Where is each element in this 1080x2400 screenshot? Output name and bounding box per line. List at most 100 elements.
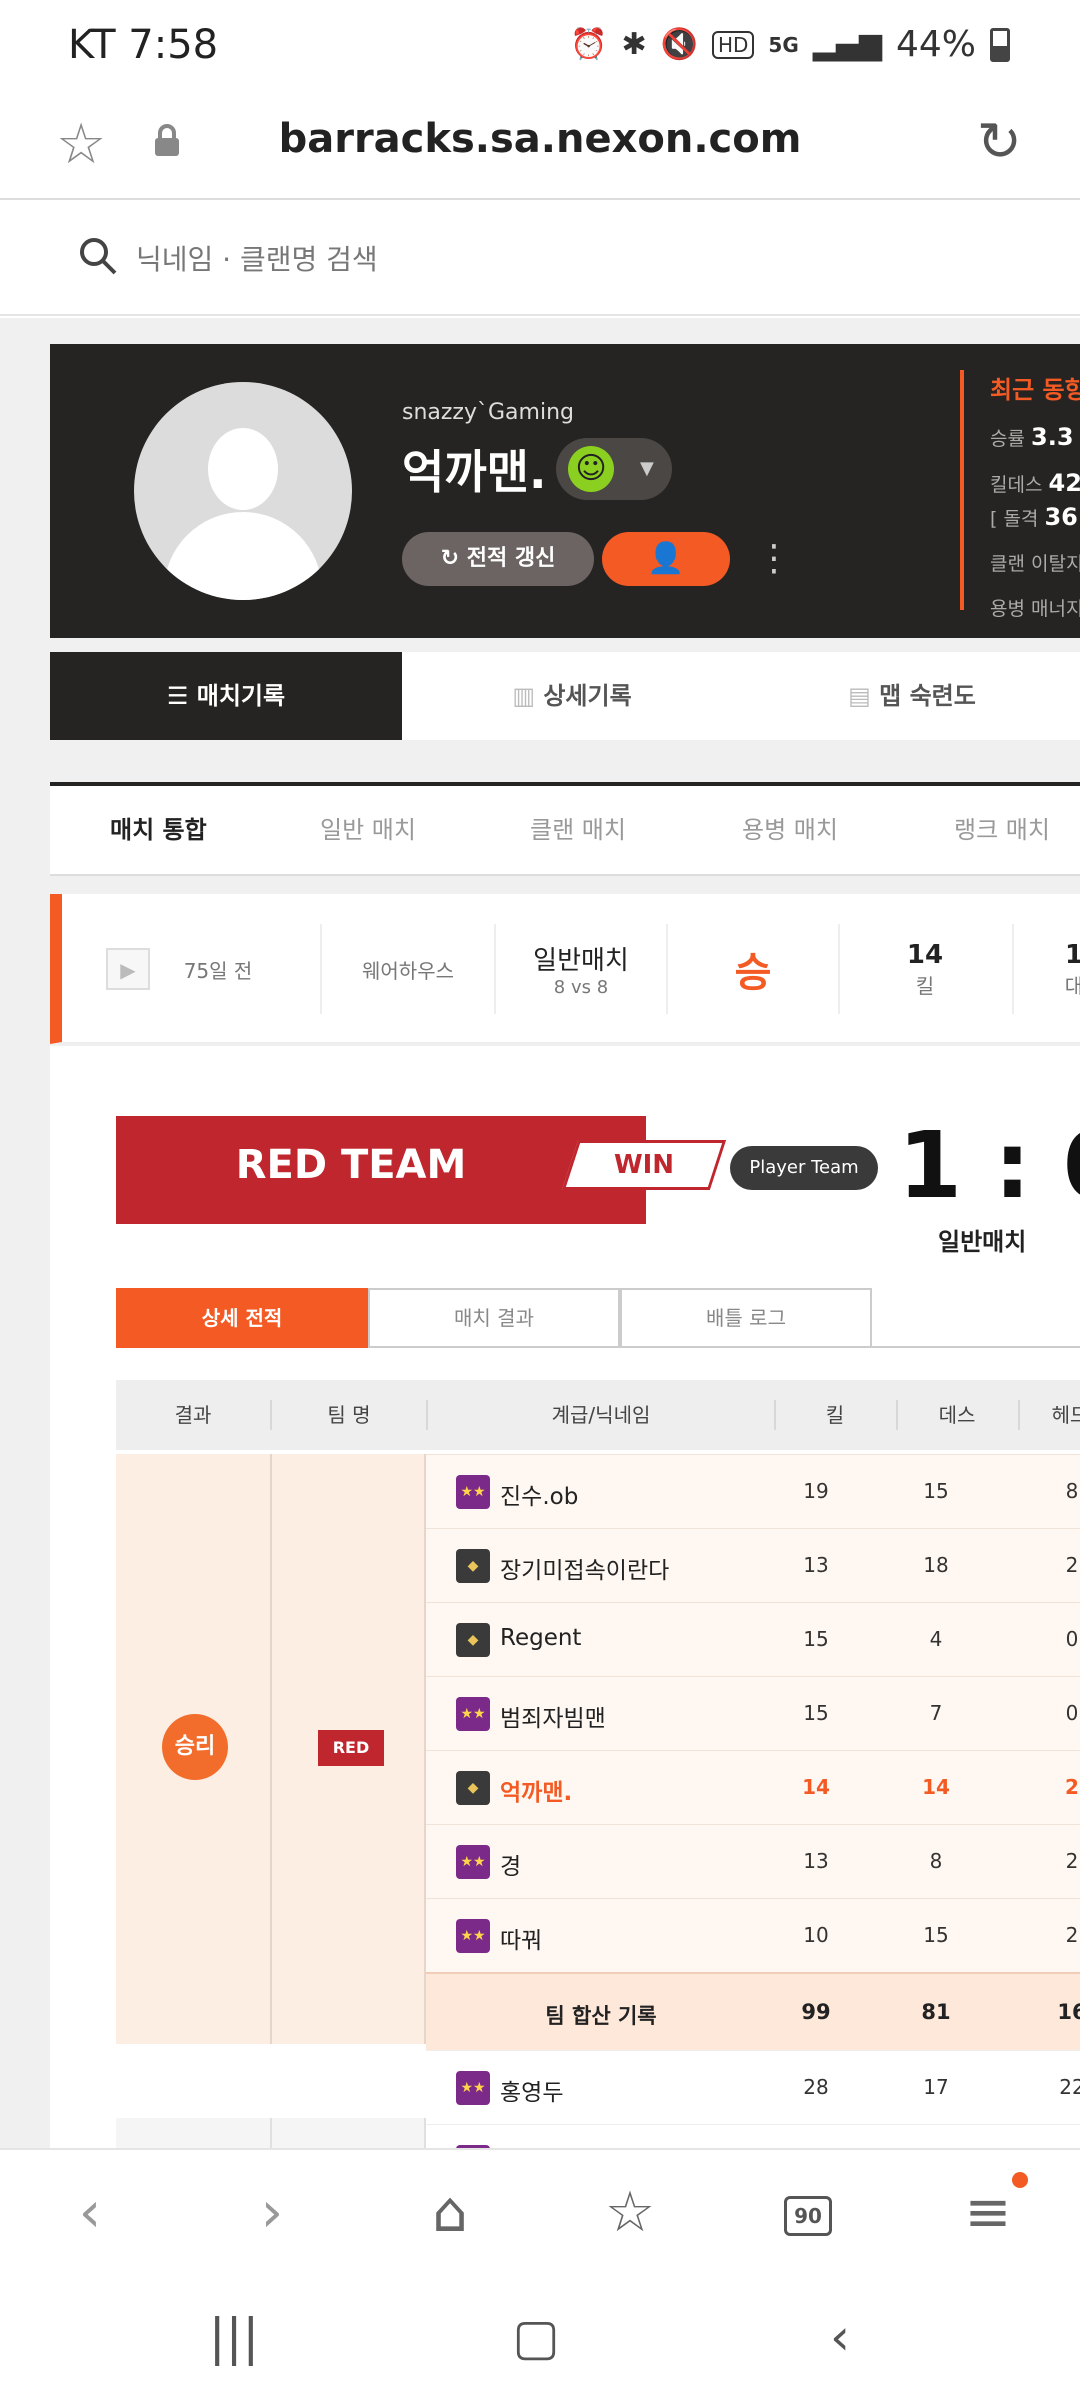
status-time: KT 7:58 (68, 22, 219, 68)
chart-icon: ▥ (512, 682, 544, 710)
tab-mercenary-match[interactable]: 용병 매치 (742, 786, 838, 874)
emoji-selector[interactable]: ☺ ▼ (556, 438, 672, 500)
table-row[interactable]: ★★ 범죄자빔맨 15 7 0 (426, 1676, 1080, 1750)
recent-winrate: 승률 3.3 (990, 423, 1074, 451)
player-kills: 13 (803, 1553, 829, 1577)
table-row[interactable]: ★★ 경 13 8 2 (426, 1824, 1080, 1898)
tab-rank-match[interactable]: 랭크 매치 (954, 786, 1050, 874)
player-name[interactable]: 진수.ob (500, 1477, 578, 1511)
table-row[interactable]: ◆ Regent 15 4 0 (426, 1602, 1080, 1676)
player-name[interactable]: 장기미접속이란다 (500, 1551, 669, 1585)
header-headshots: 헤드 (1051, 1403, 1080, 1427)
match-map: 웨어하우스 (362, 958, 454, 983)
match-kills: 14 킬 (906, 939, 944, 998)
tabs-count-button[interactable]: 90 (784, 2196, 832, 2236)
table-row[interactable]: ◆ 장기미접속이란다 13 18 2 (426, 1528, 1080, 1602)
match-detail-panel: RED TEAM WIN Player Team 1 : 0 일반매치 상세 전… (50, 1046, 1080, 2148)
player-headshots: 2 (1065, 1775, 1079, 1799)
player-deaths: 15 (923, 1923, 949, 1947)
tab-match-record[interactable]: ☰ 매치기록 (50, 652, 402, 740)
clan-name[interactable]: snazzy`Gaming (402, 400, 574, 425)
table-row[interactable]: ★★ 따꿔 10 15 2 (426, 1898, 1080, 1972)
forward-arrow-icon[interactable]: › (232, 2180, 312, 2245)
add-friend-button[interactable]: 👤 (602, 532, 730, 586)
reload-icon[interactable]: ↻ (977, 110, 1022, 173)
play-replay-icon[interactable]: ▶ (106, 948, 150, 990)
match-result: 승 (734, 950, 772, 996)
table-header: 결과 팀 명 계급/닉네임 킬 데스 헤드 (116, 1380, 1080, 1450)
player-name[interactable]: 경 (500, 1847, 521, 1881)
search-icon[interactable] (78, 236, 118, 276)
player-headshots: 0 (1065, 1627, 1079, 1651)
smiley-icon: ☺ (568, 446, 614, 492)
player-kills: 10 (803, 1923, 829, 1947)
home-icon[interactable]: ⌂ (410, 2180, 490, 2245)
team-chip-red: RED (318, 1730, 384, 1766)
tab-detailed-stats[interactable]: 상세 전적 (116, 1288, 368, 1348)
team-result: WIN (613, 1150, 675, 1180)
search-bar[interactable]: 닉네임 · 클랜명 검색 (0, 202, 1080, 316)
player-name[interactable]: 범죄자빔맨 (500, 1699, 606, 1733)
avatar (134, 382, 352, 600)
add-user-icon: 👤 (647, 541, 685, 576)
player-name[interactable]: Regent (500, 1625, 581, 1651)
tab-battle-log[interactable]: 배틀 로그 (620, 1288, 872, 1348)
score-match-type: 일반매치 (938, 1228, 1027, 1256)
browser-bottom-nav: ‹ › ⌂ ☆ 90 ≡ (0, 2148, 1080, 2278)
player-team-badge: Player Team (730, 1146, 878, 1190)
table-row-current-player[interactable]: ◆ 억까맨. 14 14 2 (426, 1750, 1080, 1824)
tab-map-proficiency[interactable]: ▤ 맵 숙련도 (742, 652, 1080, 740)
home-button-icon[interactable]: ▢ (486, 2308, 586, 2366)
player-kills: 13 (803, 1849, 829, 1873)
result-win-badge: 승리 (162, 1714, 228, 1780)
player-name[interactable]: 홍영두 (500, 2073, 563, 2107)
player-name[interactable]: 억까맨. (500, 1773, 572, 1807)
rank-icon: ◆ (456, 1623, 490, 1657)
player-kills: 15 (803, 1701, 829, 1725)
blue-team-block (116, 2118, 426, 2148)
search-placeholder[interactable]: 닉네임 · 클랜명 검색 (136, 238, 378, 278)
chevron-down-icon: ▼ (640, 458, 654, 479)
team-total-row: 팀 합산 기록 99 81 16 (426, 1972, 1080, 2050)
system-nav-bar: ||| ▢ ‹ (0, 2278, 1080, 2400)
header-rank-nickname: 계급/닉네임 (551, 1403, 651, 1427)
battery-percent: 44% (895, 24, 976, 65)
player-name[interactable]: 따꿔 (500, 1921, 542, 1955)
rank-icon: ★★ (456, 1845, 490, 1879)
match-next-stat: 1 대 (1064, 939, 1080, 998)
table-row[interactable]: ★★ (426, 2124, 1080, 2148)
list-icon: ☰ (166, 682, 197, 710)
player-headshots: 22 (1059, 2075, 1080, 2099)
refresh-icon: ↻ (440, 546, 467, 571)
status-indicators: ⏰ ✱ 🔇 HD 5G ▂▄▆ 44% (570, 24, 1010, 65)
team-total-kills: 99 (801, 2000, 831, 2024)
rank-icon: ◆ (456, 1549, 490, 1583)
match-type: 일반매치 8 vs 8 (533, 946, 629, 998)
signal-icon: ▂▄▆ (812, 27, 882, 62)
recent-assault: [ 돌격 36. (990, 503, 1080, 531)
url-text[interactable]: barracks.sa.nexon.com (0, 116, 1080, 162)
back-arrow-icon[interactable]: ‹ (50, 2180, 130, 2245)
tab-normal-match[interactable]: 일반 매치 (320, 786, 416, 874)
team-total-deaths: 81 (921, 2000, 951, 2024)
more-options-icon[interactable]: ⋮ (756, 538, 792, 579)
system-back-icon[interactable]: ‹ (790, 2308, 890, 2366)
recent-apps-icon[interactable]: ||| (184, 2308, 284, 2366)
bookmarks-icon[interactable]: ☆ (590, 2180, 670, 2245)
table-row[interactable]: ★★ 홍영두 28 17 22 (426, 2050, 1080, 2124)
tab-clan-match[interactable]: 클랜 매치 (530, 786, 626, 874)
refresh-record-button[interactable]: ↻ 전적 갱신 (402, 532, 594, 586)
match-score: 1 : 0 (898, 1112, 1080, 1219)
team-total-headshots: 16 (1057, 2000, 1080, 2024)
tab-all-matches[interactable]: 매치 통합 (110, 786, 207, 874)
match-summary-row[interactable]: ▶ 75일 전 웨어하우스 일반매치 8 vs 8 승 14 킬 1 대 (50, 894, 1080, 1044)
match-type-tabs: 매치 통합 일반 매치 클랜 매치 용병 매치 랭크 매치 (50, 782, 1080, 876)
red-team-block: 승리 RED (116, 1454, 426, 2044)
header-team: 팀 명 (327, 1403, 371, 1427)
tab-match-result[interactable]: 매치 결과 (368, 1288, 620, 1348)
player-deaths: 8 (929, 1849, 943, 1873)
mute-icon: 🔇 (660, 27, 698, 62)
table-row[interactable]: ★★ 진수.ob 19 15 8 (426, 1454, 1080, 1528)
tab-detail-record[interactable]: ▥ 상세기록 (402, 652, 742, 740)
menu-icon[interactable]: ≡ (948, 2180, 1028, 2245)
